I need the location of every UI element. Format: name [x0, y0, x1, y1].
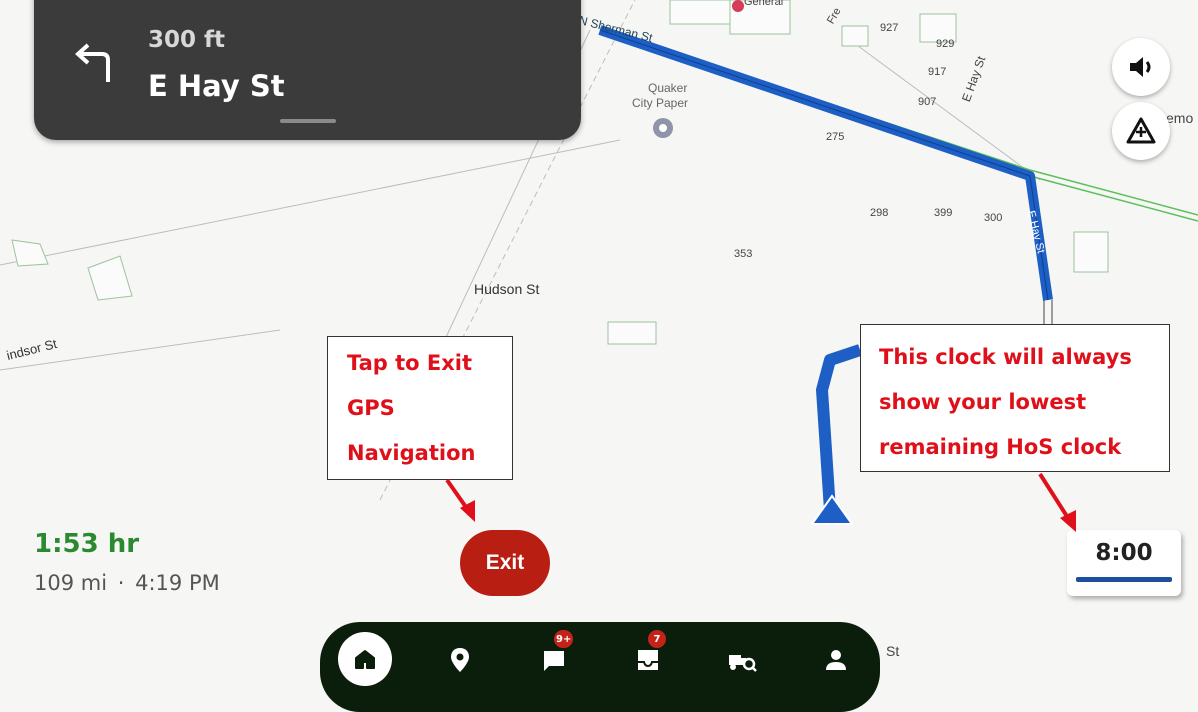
exit-navigation-button[interactable]: Exit — [460, 530, 550, 596]
map-label-399: 399 — [934, 207, 953, 219]
banner-drag-handle[interactable] — [280, 119, 336, 123]
nav-messages-button[interactable]: 9+ — [532, 630, 576, 682]
inbox-icon — [638, 650, 658, 670]
truck-search-icon — [729, 655, 757, 672]
nav-profile-button[interactable] — [814, 638, 858, 682]
map-label-city-paper: City Paper — [632, 96, 689, 110]
exit-callout: Tap to Exit GPS Navigation — [327, 336, 513, 480]
messages-badge: 9+ — [554, 630, 574, 648]
clock-callout-line: show your lowest — [879, 390, 1087, 414]
map-label-st: St — [886, 643, 900, 659]
report-hazard-button[interactable] — [1112, 102, 1170, 160]
hos-clock-time: 8:00 — [1095, 540, 1153, 566]
nav-home-button[interactable] — [338, 632, 392, 686]
map-label-hudson: Hudson St — [474, 281, 540, 297]
home-icon — [355, 650, 375, 669]
nav-location-button[interactable] — [438, 638, 482, 682]
volume-icon — [1130, 57, 1151, 77]
trip-distance: 109 mi — [34, 571, 108, 595]
inbox-badge: 7 — [648, 630, 666, 648]
exit-callout-line: Navigation — [347, 441, 476, 465]
turn-left-arrow-icon — [75, 43, 110, 82]
map-label-917: 917 — [928, 66, 947, 78]
map-label-353: 353 — [734, 248, 753, 260]
chat-icon — [544, 651, 564, 671]
clock-callout-line: This clock will always — [879, 345, 1132, 369]
trip-summary: 109 mi · 4:19 PM — [34, 571, 220, 595]
navigation-banner[interactable]: 300 ft E Hay St — [34, 0, 581, 140]
exit-callout-line: Tap to Exit — [347, 351, 473, 375]
clock-callout-line: remaining HoS clock — [879, 435, 1122, 459]
map-label-300: 300 — [984, 212, 1003, 224]
turn-distance: 300 ft — [148, 27, 226, 53]
nav-inbox-button[interactable]: 7 — [626, 630, 670, 682]
map-label-general: General — [744, 0, 784, 8]
hos-clock[interactable]: 8:00 — [1067, 530, 1181, 596]
map-label-929: 929 — [936, 38, 955, 50]
turn-street-name: E Hay St — [148, 69, 285, 103]
map-label-emo: emo — [1166, 110, 1194, 126]
map-label-275: 275 — [826, 131, 845, 143]
eta-duration: 1:53 hr — [34, 529, 140, 559]
nav-vehicle-inspection-button[interactable] — [720, 638, 764, 682]
trip-separator: · — [117, 571, 125, 595]
location-pin-icon — [451, 648, 469, 672]
map-label-927: 927 — [880, 22, 899, 34]
map-label-quaker: Quaker — [648, 81, 688, 95]
hos-clock-progress-bar — [1076, 577, 1172, 582]
map-label-907: 907 — [918, 96, 937, 108]
map-label-298: 298 — [870, 207, 889, 219]
report-hazard-icon — [1126, 117, 1156, 144]
volume-button[interactable] — [1112, 38, 1170, 96]
exit-callout-line: GPS — [347, 396, 395, 420]
arrival-time: 4:19 PM — [135, 571, 220, 595]
bottom-nav-bar: 9+ 7 — [320, 622, 880, 712]
person-icon — [826, 650, 846, 670]
clock-callout: This clock will always show your lowest … — [860, 324, 1170, 472]
